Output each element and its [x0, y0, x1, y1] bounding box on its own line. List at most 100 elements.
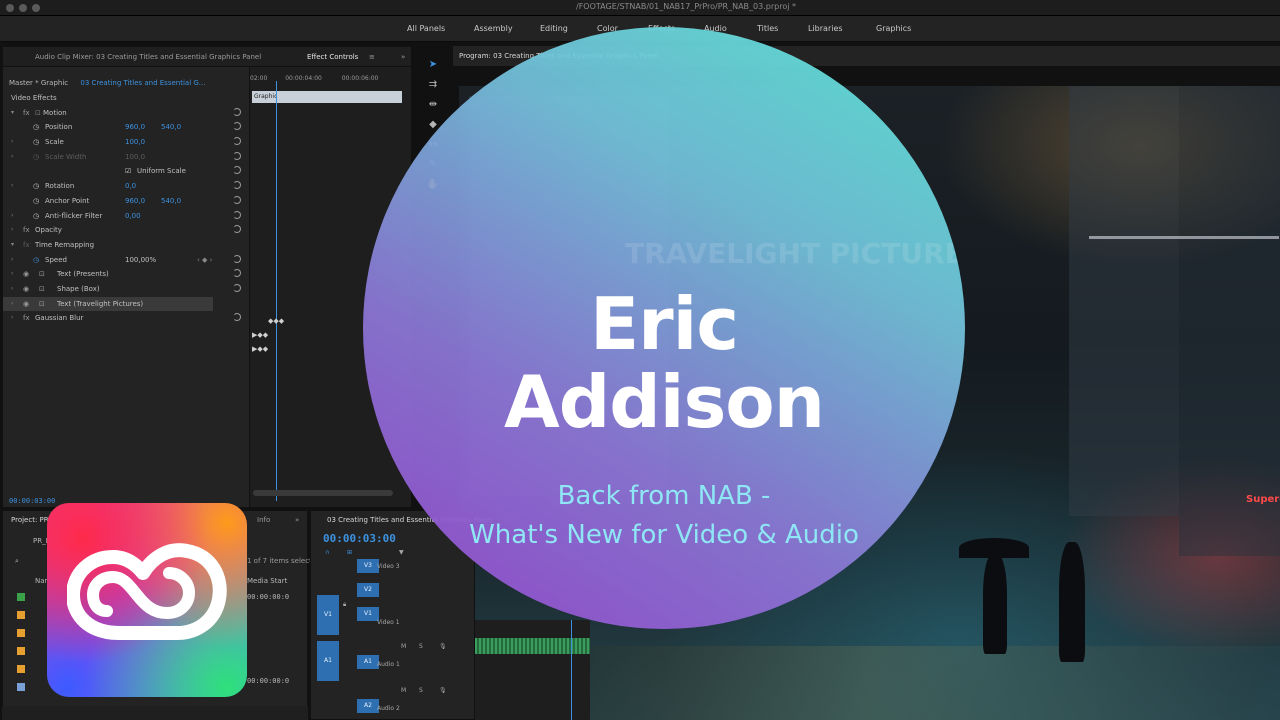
effect-controls-timecode[interactable]: 00:00:03:00 — [9, 497, 55, 505]
reset-icon[interactable] — [233, 122, 241, 131]
track-select-tool-icon[interactable]: ⇉ — [426, 78, 440, 92]
effect-row-text-presents[interactable]: › ◉ ⊡ Text (Presents) — [3, 267, 247, 282]
effect-row-speed[interactable]: › ◷ Speed 100,00% ‹ ◆ › — [3, 253, 247, 268]
reset-icon[interactable] — [233, 107, 241, 116]
expand-chevron-icon[interactable]: » — [401, 53, 405, 61]
fx-icon: fx — [23, 226, 30, 235]
tab-info[interactable]: Info — [257, 516, 270, 524]
audio-waveform-clip[interactable] — [475, 638, 590, 654]
presenter-first-name: Eric — [589, 282, 739, 366]
track-name-video-3: Video 3 — [377, 563, 400, 570]
label-color-swatch — [17, 683, 25, 691]
presenter-name: Eric Addison — [363, 285, 965, 441]
timeline-playhead[interactable] — [571, 620, 572, 720]
reset-icon[interactable] — [233, 254, 241, 263]
keyframe-markers[interactable]: ▶◆◆ — [252, 331, 268, 339]
track-target-a2[interactable]: A2 — [357, 699, 379, 713]
pedestrian-silhouette — [983, 554, 1007, 654]
label-color-swatch — [17, 647, 25, 655]
minimize-window-dot[interactable] — [19, 4, 27, 12]
selection-tool-icon[interactable]: ➤ — [426, 58, 440, 72]
reset-icon[interactable] — [233, 313, 241, 322]
timeline-ruler: 02:00 00:00:04:00 00:00:06:00 — [250, 75, 379, 82]
workspace-graphics[interactable]: Graphics — [876, 24, 911, 33]
effect-row-scale[interactable]: › ◷ Scale 100,0 — [3, 135, 247, 150]
session-title: Back from NAB - What's New for Video & A… — [363, 477, 965, 555]
stopwatch-icon: ◷ — [33, 123, 40, 132]
session-title-line1: Back from NAB - — [557, 481, 771, 511]
reset-icon[interactable] — [233, 269, 241, 278]
keyframe-markers[interactable]: ◆◆◆ — [268, 317, 284, 325]
search-icon[interactable]: ⌕ — [15, 557, 19, 566]
workspace-editing[interactable]: Editing — [540, 24, 568, 33]
label-color-swatch — [17, 593, 25, 601]
column-media-start[interactable]: Media Start — [247, 577, 287, 585]
stopwatch-icon: ◷ — [33, 255, 40, 264]
track-target-a1[interactable]: A1 — [357, 655, 379, 669]
solo-icon[interactable]: S — [419, 687, 423, 694]
track-target-v3[interactable]: V3 — [357, 559, 379, 573]
track-name-video-1: Video 1 — [377, 619, 400, 626]
microphone-icon[interactable]: 🎙︎ — [439, 643, 447, 650]
reset-icon[interactable] — [233, 137, 241, 146]
reset-icon[interactable] — [233, 210, 241, 219]
effect-row-opacity[interactable]: › fx Opacity — [3, 223, 247, 238]
tab-effect-controls[interactable]: Effect Controls — [307, 53, 358, 61]
ripple-edit-tool-icon[interactable]: ⇹ — [426, 98, 440, 112]
panel-menu-icon[interactable]: ≡ — [369, 53, 375, 61]
track-target-v2[interactable]: V2 — [357, 583, 379, 597]
mute-icon[interactable]: M — [401, 687, 406, 694]
stopwatch-icon: ◷ — [33, 182, 40, 191]
playhead[interactable] — [276, 81, 277, 501]
graphic-clip-bar[interactable]: Graphic — [252, 91, 402, 103]
source-patch-v1[interactable]: V1 — [317, 595, 339, 635]
mute-icon[interactable]: M — [401, 643, 406, 650]
track-target-v1[interactable]: V1 — [357, 607, 379, 621]
reset-icon[interactable] — [233, 181, 241, 190]
storefront-sign: Superdry — [1246, 494, 1280, 505]
effect-row-anti-flicker[interactable]: › ◷ Anti-flicker Filter 0,00 — [3, 209, 247, 224]
linked-selection-icon[interactable]: ⊞ — [347, 549, 352, 556]
effect-row-gaussian-blur[interactable]: › fx Gaussian Blur — [3, 311, 247, 326]
reset-icon[interactable] — [233, 225, 241, 234]
fx-icon: fx — [23, 108, 30, 117]
effect-row-text-travelight[interactable]: › ◉ ⊡ Text (Travelight Pictures) — [3, 296, 213, 312]
label-color-swatch — [17, 665, 25, 673]
effect-row-position[interactable]: ◷ Position 960,0 540,0 — [3, 120, 247, 135]
timeline-clip-area[interactable] — [475, 620, 590, 720]
text-layer-icon: ⊡ — [39, 270, 45, 279]
lock-icon[interactable]: 🔒︎ — [343, 601, 346, 609]
effect-row-rotation[interactable]: › ◷ Rotation 0,0 — [3, 179, 247, 194]
zoom-window-dot[interactable] — [32, 4, 40, 12]
reset-icon[interactable] — [233, 166, 241, 175]
video-effects-header: Video Effects — [11, 94, 57, 102]
label-color-swatch — [17, 611, 25, 619]
stopwatch-icon: ◷ — [33, 211, 40, 220]
effect-row-time-remapping[interactable]: ▾ fx Time Remapping — [3, 238, 247, 253]
motion-icon: ⊡ — [35, 108, 41, 117]
stopwatch-icon: ◷ — [33, 152, 40, 161]
eye-icon: ◉ — [23, 284, 30, 293]
reset-icon[interactable] — [233, 195, 241, 204]
sequence-clip-label[interactable]: 03 Creating Titles and Essential G... — [80, 79, 205, 87]
media-start-value: 00:00:00:0 — [247, 677, 290, 685]
keyframe-markers[interactable]: ▶◆◆ — [252, 345, 268, 353]
workspace-libraries[interactable]: Libraries — [808, 24, 843, 33]
effect-row-anchor-point[interactable]: ◷ Anchor Point 960,0 540,0 — [3, 194, 247, 209]
workspace-titles[interactable]: Titles — [757, 24, 778, 33]
effect-row-motion[interactable]: ▾ fx ⊡ Motion — [3, 106, 247, 121]
background-watermark-text: TRAVELIGHT PICTURES — [625, 237, 965, 270]
snap-icon[interactable]: ∩ — [325, 549, 329, 556]
source-patch-a1[interactable]: A1 — [317, 641, 339, 681]
tab-audio-clip-mixer[interactable]: Audio Clip Mixer: 03 Creating Titles and… — [35, 53, 261, 61]
microphone-icon[interactable]: 🎙︎ — [439, 687, 447, 694]
expand-chevron-icon[interactable]: » — [295, 516, 299, 524]
reset-icon[interactable] — [233, 283, 241, 292]
effect-row-uniform-scale[interactable]: ☑ Uniform Scale — [3, 164, 247, 179]
master-clip-selector[interactable]: Master * Graphic 03 Creating Titles and … — [9, 79, 205, 87]
effect-row-shape-box[interactable]: › ◉ ⊡ Shape (Box) — [3, 282, 247, 297]
workspace-assembly[interactable]: Assembly — [474, 24, 513, 33]
workspace-all-panels[interactable]: All Panels — [407, 24, 445, 33]
solo-icon[interactable]: S — [419, 643, 423, 650]
close-window-dot[interactable] — [6, 4, 14, 12]
